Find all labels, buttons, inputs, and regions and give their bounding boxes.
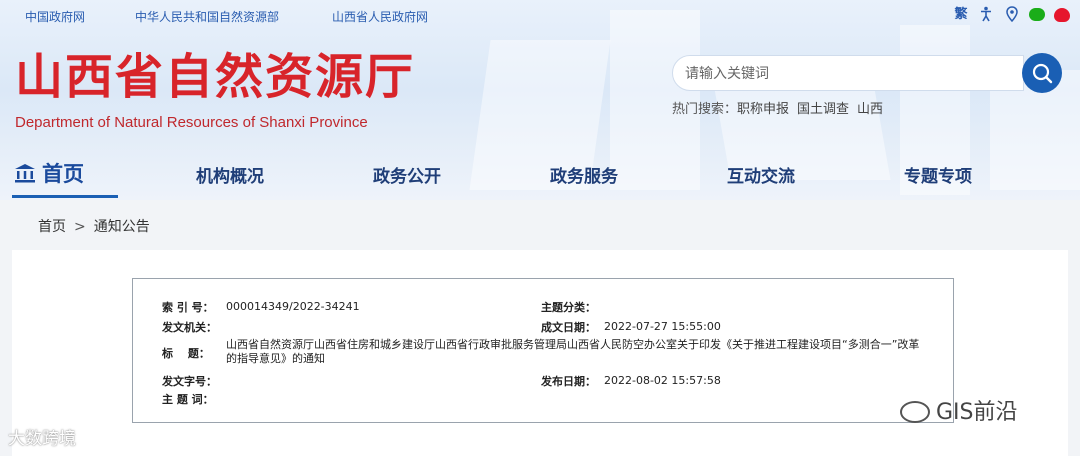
- watermark-left-text: 大数跨境: [8, 429, 76, 449]
- link-mnr[interactable]: 中华人民共和国自然资源部: [135, 8, 279, 25]
- nav-item-services[interactable]: 政务服务: [550, 162, 618, 187]
- site-logo-en: Department of Natural Resources of Shanx…: [15, 114, 368, 131]
- breadcrumb-current[interactable]: 通知公告: [94, 219, 150, 235]
- link-shanxi-gov[interactable]: 山西省人民政府网: [332, 8, 428, 25]
- hot-term[interactable]: 山西: [857, 102, 883, 117]
- watermark-right: GIS前沿: [900, 394, 1018, 426]
- watermark-left: 大数跨境: [8, 424, 76, 449]
- published-date-value: 2022-08-02 15:57:58: [604, 374, 721, 387]
- hot-term[interactable]: 职称申报: [737, 102, 789, 117]
- wechat-icon[interactable]: [1029, 6, 1047, 24]
- nav-home[interactable]: 首页: [14, 158, 84, 188]
- traditional-chinese-toggle[interactable]: 繁: [952, 6, 970, 24]
- search-icon: [1032, 63, 1053, 84]
- nav-item-topics[interactable]: 专题专项: [904, 162, 972, 187]
- created-date-label: 成文日期：: [541, 321, 596, 334]
- index-label: 索 引 号：: [162, 301, 214, 314]
- published-date-label: 发布日期：: [541, 375, 596, 388]
- search-box: [672, 55, 1024, 91]
- watermark-right-text: GIS前沿: [936, 400, 1018, 425]
- map-pin-icon[interactable]: [1003, 6, 1021, 24]
- category-label: 主题分类：: [541, 301, 596, 314]
- keywords-label: 主 题 词：: [162, 393, 214, 406]
- hot-search: 热门搜索：职称申报 国土调查 山西: [672, 98, 891, 117]
- search-button[interactable]: [1022, 53, 1062, 93]
- issuer-label: 发文机关：: [162, 321, 217, 334]
- title-label: 标 题：: [162, 347, 210, 360]
- bank-icon: [14, 163, 36, 188]
- main-nav: 首页 机构概况 政务公开 政务服务 互动交流 专题专项: [0, 148, 1080, 198]
- link-china-gov[interactable]: 中国政府网: [25, 8, 85, 25]
- wechat-outline-icon: [900, 401, 930, 423]
- index-value: 000014349/2022-34241: [226, 300, 360, 313]
- search-input[interactable]: [685, 63, 1005, 85]
- breadcrumb: 首页 > 通知公告: [38, 216, 150, 236]
- nav-item-organization[interactable]: 机构概况: [196, 162, 264, 187]
- accessibility-icon[interactable]: [977, 6, 995, 24]
- hot-term[interactable]: 国土调查: [797, 102, 849, 117]
- weibo-icon[interactable]: [1054, 6, 1072, 24]
- nav-home-label: 首页: [42, 162, 84, 186]
- site-logo-cn[interactable]: 山西省自然资源厅: [15, 48, 415, 106]
- document-title: 山西省自然资源厅山西省住房和城乡建设厅山西省行政审批服务管理局山西省人民防空办公…: [226, 338, 920, 365]
- breadcrumb-separator: >: [74, 219, 86, 235]
- hot-search-label: 热门搜索：: [672, 102, 738, 117]
- doc-number-label: 发文字号：: [162, 375, 217, 388]
- created-date-value: 2022-07-27 15:55:00: [604, 320, 721, 333]
- breadcrumb-home[interactable]: 首页: [38, 219, 66, 235]
- top-bar: 中国政府网 中华人民共和国自然资源部 山西省人民政府网 繁: [0, 0, 1080, 32]
- nav-item-gov-affairs[interactable]: 政务公开: [373, 162, 441, 187]
- nav-item-interaction[interactable]: 互动交流: [727, 162, 795, 187]
- nav-active-indicator: [12, 195, 118, 198]
